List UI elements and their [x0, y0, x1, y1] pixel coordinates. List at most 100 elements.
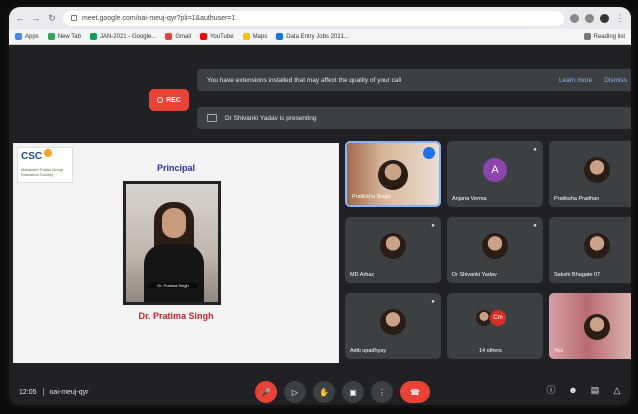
participant-tile[interactable]: Pratiksha Singh — [345, 141, 441, 207]
bookmark-label: JAN-2021 - Google... — [99, 33, 157, 40]
mic-off-icon: ● — [431, 223, 435, 229]
others-avatars: Cm — [475, 309, 507, 327]
bookmark-youtube[interactable]: YouTube — [199, 33, 234, 40]
portrait-body — [144, 244, 204, 302]
record-icon — [157, 97, 164, 103]
url-text: meet.google.com/oai-meuj-qyr?pli=1&authu… — [82, 14, 236, 22]
apps-icon — [15, 33, 22, 40]
participant-tile[interactable]: ● Yes — [549, 293, 631, 359]
bookmark-label: Gmail — [175, 33, 191, 40]
bookmarks-bar: Apps New Tab JAN-2021 - Google... Gmail … — [9, 29, 631, 45]
maps-icon — [242, 33, 250, 40]
participant-tile[interactable]: ● Pratiksha Pradhan — [549, 141, 631, 207]
participant-avatar — [380, 309, 406, 335]
participant-name: Yes — [554, 348, 563, 354]
chat-icon[interactable]: ▤ — [589, 384, 601, 396]
participant-avatar — [482, 233, 508, 259]
url-bar: ← → ↻ meet.google.com/oai-meuj-qyr?pli=1… — [9, 7, 631, 29]
rec-label: REC — [166, 96, 181, 104]
others-tile[interactable]: Cm 14 others — [447, 293, 543, 359]
present-screen-icon — [207, 114, 217, 122]
participant-avatar — [584, 157, 610, 183]
portrait: Dr. Pratima Singh — [126, 184, 218, 302]
raise-hand-button[interactable]: ✋ — [313, 381, 335, 403]
profile-icon[interactable] — [600, 13, 609, 23]
meet-area: You have extensions installed that may a… — [9, 45, 631, 405]
lock-icon — [71, 15, 77, 21]
participant-avatar: A — [483, 158, 507, 182]
bookmark-new-tab[interactable]: New Tab — [47, 33, 81, 40]
participant-avatar — [380, 233, 406, 259]
meeting-time: 12:05 — [19, 388, 37, 396]
extension-warning-banner: You have extensions installed that may a… — [197, 69, 631, 91]
photo-caption: Dr. Pratima Singh — [148, 283, 198, 288]
reload-icon[interactable]: ↻ — [47, 13, 57, 23]
menu-icon[interactable]: ⋮ — [615, 13, 625, 23]
bookmark-label: Maps — [252, 33, 268, 40]
bookmark-label: Data Entry Jobs 2021... — [286, 33, 349, 40]
bookmark-data-entry[interactable]: Data Entry Jobs 2021... — [276, 33, 349, 40]
people-icon[interactable]: ☻ — [567, 384, 579, 396]
bottom-bar: 12:05 oai-meuj-qyr 🎤 ▷ ✋ ▣ ⋮ ☎ ⓘ ☻ ▤ △ — [9, 373, 631, 405]
browser-frame: ← → ↻ meet.google.com/oai-meuj-qyr?pli=1… — [6, 4, 634, 408]
side-controls: ⓘ ☻ ▤ △ — [545, 384, 623, 396]
participant-avatar — [584, 233, 610, 259]
participant-tile[interactable]: ● Aditi upadhyay — [345, 293, 441, 359]
mic-off-icon: ● — [533, 147, 537, 153]
extension-icon[interactable] — [570, 13, 579, 23]
present-button[interactable]: ▣ — [342, 381, 364, 403]
recording-badge[interactable]: REC — [149, 89, 189, 111]
bookmark-apps[interactable]: Apps — [15, 33, 39, 40]
bookmark-jan[interactable]: JAN-2021 - Google... — [89, 33, 157, 40]
learn-more-link[interactable]: Learn more — [559, 77, 592, 84]
presenting-text: Dr Shivanki Yadav is presenting — [225, 114, 317, 122]
bookmark-label: YouTube — [209, 33, 234, 40]
activities-icon[interactable]: △ — [611, 384, 623, 396]
bookmark-label: Apps — [25, 33, 39, 40]
participant-name: Pratiksha Singh — [352, 194, 391, 200]
others-count: 14 others — [479, 348, 502, 354]
bookmark-maps[interactable]: Maps — [242, 33, 268, 40]
logo-text: CSC — [21, 151, 43, 162]
info-icon[interactable]: ⓘ — [545, 384, 557, 396]
dismiss-link[interactable]: Dismiss — [604, 77, 627, 84]
participant-name: MD Arbaz — [350, 272, 375, 278]
mic-off-icon: ● — [431, 299, 435, 305]
mic-off-button[interactable]: 🎤 — [255, 381, 277, 403]
participant-name: Aditi upadhyay — [350, 348, 387, 354]
page-icon — [276, 33, 284, 40]
participant-tile[interactable]: A ● Anjana Verma — [447, 141, 543, 207]
others-avatar: Cm — [489, 309, 507, 327]
forward-icon[interactable]: → — [31, 13, 41, 23]
shared-screen: CSC Mahaveer Public Group Education Soci… — [13, 143, 339, 363]
meeting-code: oai-meuj-qyr — [49, 388, 89, 396]
principal-photo: Dr. Pratima Singh — [123, 181, 221, 305]
more-options-button[interactable]: ⋮ — [371, 381, 393, 403]
camera-button[interactable]: ▷ — [284, 381, 306, 403]
participant-tile[interactable]: ● Sakshi Bhagate 07 — [549, 217, 631, 283]
participant-tile[interactable]: ● MD Arbaz — [345, 217, 441, 283]
speaking-indicator-icon — [423, 147, 435, 159]
bookmark-gmail[interactable]: Gmail — [165, 33, 191, 40]
call-controls: 🎤 ▷ ✋ ▣ ⋮ ☎ — [255, 381, 430, 403]
bookmark-label: New Tab — [57, 33, 81, 40]
participant-name: Dr Shivanki Yadav — [452, 272, 497, 278]
end-call-button[interactable]: ☎ — [400, 381, 430, 403]
new-tab-icon — [47, 33, 55, 40]
slide-heading: Principal — [156, 163, 195, 173]
participant-name: Sakshi Bhagate 07 — [554, 272, 601, 278]
star-icon[interactable] — [585, 13, 594, 23]
sheets-icon — [89, 33, 97, 40]
meeting-info: 12:05 oai-meuj-qyr — [19, 388, 88, 396]
back-icon[interactable]: ← — [15, 13, 25, 23]
address-bar[interactable]: meet.google.com/oai-meuj-qyr?pli=1&authu… — [63, 10, 564, 26]
reading-list[interactable]: Reading list — [583, 33, 625, 40]
participant-name: Pratiksha Pradhan — [554, 196, 600, 202]
participant-name: Anjana Verma — [452, 196, 487, 202]
participant-tile[interactable]: ● Dr Shivanki Yadav — [447, 217, 543, 283]
gmail-icon — [165, 33, 173, 40]
banner-text: You have extensions installed that may a… — [207, 76, 402, 84]
participant-face — [584, 314, 610, 340]
reading-list-icon — [583, 33, 591, 40]
divider — [42, 388, 44, 396]
